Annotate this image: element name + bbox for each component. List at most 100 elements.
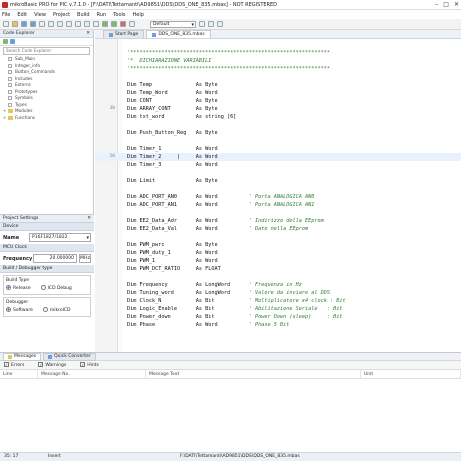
code-line[interactable]: Dim Timer_1 As Word <box>95 145 461 153</box>
code-line[interactable]: 30 Dim ARRAY_CONT As Byte <box>95 105 461 113</box>
code-line[interactable]: Dim Tuning_word As LongWord ' Valore da … <box>95 289 461 297</box>
close-icon[interactable]: ✕ <box>87 215 91 223</box>
save-icon[interactable] <box>21 21 27 27</box>
errors-checkbox[interactable]: ✓ Errors <box>4 362 24 368</box>
build-config-select[interactable]: Default <box>150 20 196 28</box>
frequency-input[interactable]: 20.000000 <box>33 254 77 263</box>
undo-icon[interactable] <box>75 21 81 27</box>
code-line[interactable]: Dim PWM_1 As Word <box>95 257 461 265</box>
code-line[interactable] <box>95 73 461 81</box>
code-line[interactable]: Dim PWM_DCT_RATIO As FLOAT <box>95 265 461 273</box>
tab-messages[interactable]: Messages <box>3 352 42 361</box>
code-line[interactable] <box>95 121 461 129</box>
code-line[interactable]: '***************************************… <box>95 49 461 57</box>
device-section[interactable]: Device <box>0 223 94 231</box>
code-line[interactable] <box>95 185 461 193</box>
options-icon[interactable] <box>129 21 135 27</box>
code-line[interactable]: Dim Temp As Byte <box>95 81 461 89</box>
menu-edit[interactable]: Edit <box>17 12 27 18</box>
code-line[interactable]: Dim Temp_Word As Word <box>95 89 461 97</box>
code-line[interactable]: '* DICHIARAZIONE VARIABILI <box>95 57 461 65</box>
menu-view[interactable]: View <box>34 12 46 18</box>
redo-icon[interactable] <box>84 21 90 27</box>
col-unit[interactable]: Unit <box>361 370 461 378</box>
code-line[interactable]: Dim CONT As Byte <box>95 97 461 105</box>
stop-icon[interactable] <box>217 21 223 27</box>
code-line[interactable] <box>95 169 461 177</box>
new-file-icon[interactable] <box>3 21 9 27</box>
icd-debug-radio[interactable]: ICD Debug <box>40 285 72 291</box>
edit-mode: Insert <box>48 454 61 459</box>
hints-checkbox[interactable]: ✓ Hints <box>80 362 99 368</box>
save-all-icon[interactable] <box>30 21 36 27</box>
code-line[interactable]: Dim Limit As Byte <box>95 177 461 185</box>
code-line[interactable]: Dim Frequency As LongWord ' Frequenza in… <box>95 281 461 289</box>
code-line[interactable]: Dim Clock_N As Bit ' Moltiplicatore x4 c… <box>95 297 461 305</box>
code-explorer-search-input[interactable]: Search Code Explorer <box>3 47 90 55</box>
code-line[interactable]: Dim PWM_duty_1 As Word <box>95 249 461 257</box>
build-icon[interactable] <box>102 21 108 27</box>
menu-file[interactable]: File <box>2 12 10 18</box>
close-icon[interactable]: ✕ <box>86 30 90 38</box>
build-debugger-section[interactable]: Build / Debugger type <box>0 265 94 273</box>
frequency-label: Frequency <box>3 255 33 262</box>
close-icon[interactable]: ✕ <box>454 1 459 8</box>
code-line[interactable]: Dim PWM_pwrc As Byte <box>95 241 461 249</box>
code-explorer-title: Code Explorer <box>3 31 35 36</box>
software-radio[interactable]: Software <box>6 307 33 313</box>
code-line[interactable]: Dim Logic_Enable As Bit ' Abilitazione S… <box>95 305 461 313</box>
code-line[interactable] <box>95 209 461 217</box>
code-line[interactable]: Dim txt_word As string [6] <box>95 113 461 121</box>
code-line[interactable]: Dim Push_Button_Reg As Byte <box>95 129 461 137</box>
tab-source-file[interactable]: DDS_ONE_835.mbas <box>146 30 211 38</box>
col-line[interactable]: Line <box>0 370 38 378</box>
find-icon[interactable] <box>93 21 99 27</box>
menu-tools[interactable]: Tools <box>113 12 125 18</box>
menu-project[interactable]: Project <box>53 12 70 18</box>
mcu-clock-section[interactable]: MCU Clock <box>0 244 94 252</box>
code-explorer-tree: Sub_Main Integer_info Button_Commands Inclu… <box>0 56 93 121</box>
menu-run[interactable]: Run <box>97 12 107 18</box>
tab-start-page[interactable]: Start Page <box>103 30 145 38</box>
col-message-text[interactable]: Message Text <box>146 370 361 378</box>
code-line[interactable]: Dim Timer_3 As Word <box>95 161 461 169</box>
code-text: Dim Limit As Byte <box>127 178 218 184</box>
menu-build[interactable]: Build <box>77 12 90 18</box>
cut-icon[interactable] <box>48 21 54 27</box>
code-line[interactable]: Dim EE2_Data_Val As Word ' Dato nella EE… <box>95 225 461 233</box>
build-all-icon[interactable] <box>111 21 117 27</box>
expand-icon[interactable] <box>3 39 8 44</box>
mikroicd-radio[interactable]: mikroICD <box>42 307 71 313</box>
code-line[interactable] <box>95 273 461 281</box>
device-select[interactable]: P16F1827/1822 <box>29 233 91 242</box>
expand-icon[interactable]: + <box>3 115 7 122</box>
code-line[interactable] <box>95 137 461 145</box>
code-line[interactable]: 50 Dim Timer_2 | As Word <box>95 153 461 161</box>
open-file-icon[interactable] <box>12 21 18 27</box>
code-line[interactable] <box>95 233 461 241</box>
print-icon[interactable] <box>39 21 45 27</box>
step-icon[interactable] <box>208 21 214 27</box>
run-icon[interactable] <box>199 21 205 27</box>
code-line[interactable]: Dim Phase As Word ' Phase 5 Bit <box>95 321 461 329</box>
code-line[interactable]: '***************************************… <box>95 65 461 73</box>
code-editor[interactable]: '***************************************… <box>95 39 461 352</box>
col-message-no[interactable]: Message No. <box>38 370 146 378</box>
tab-quick-converter[interactable]: Quick Converter <box>43 352 96 361</box>
app-logo-icon <box>2 1 8 8</box>
code-line[interactable]: Dim ADC_PORT_AN0 As Word ' Porta ANALOGI… <box>95 193 461 201</box>
copy-icon[interactable] <box>57 21 63 27</box>
maximize-icon[interactable]: □ <box>443 1 449 8</box>
collapse-icon[interactable] <box>10 39 15 44</box>
radio-checked-icon <box>6 307 11 312</box>
program-icon[interactable] <box>120 21 126 27</box>
warnings-checkbox[interactable]: ✓ Warnings <box>38 362 66 368</box>
minimize-icon[interactable]: – <box>435 1 438 8</box>
code-line[interactable]: Dim ADC_PORT_AN1 As Word ' Porta ANALOGI… <box>95 201 461 209</box>
code-line[interactable]: Dim Power_down As Bit ' Power Down (slee… <box>95 313 461 321</box>
menu-help[interactable]: Help <box>133 12 144 18</box>
code-line[interactable]: Dim EE2_Data_Adr As Word ' Indirizzo del… <box>95 217 461 225</box>
tree-item[interactable]: + Functions <box>3 115 93 122</box>
paste-icon[interactable] <box>66 21 72 27</box>
release-radio[interactable]: Release <box>6 285 31 291</box>
